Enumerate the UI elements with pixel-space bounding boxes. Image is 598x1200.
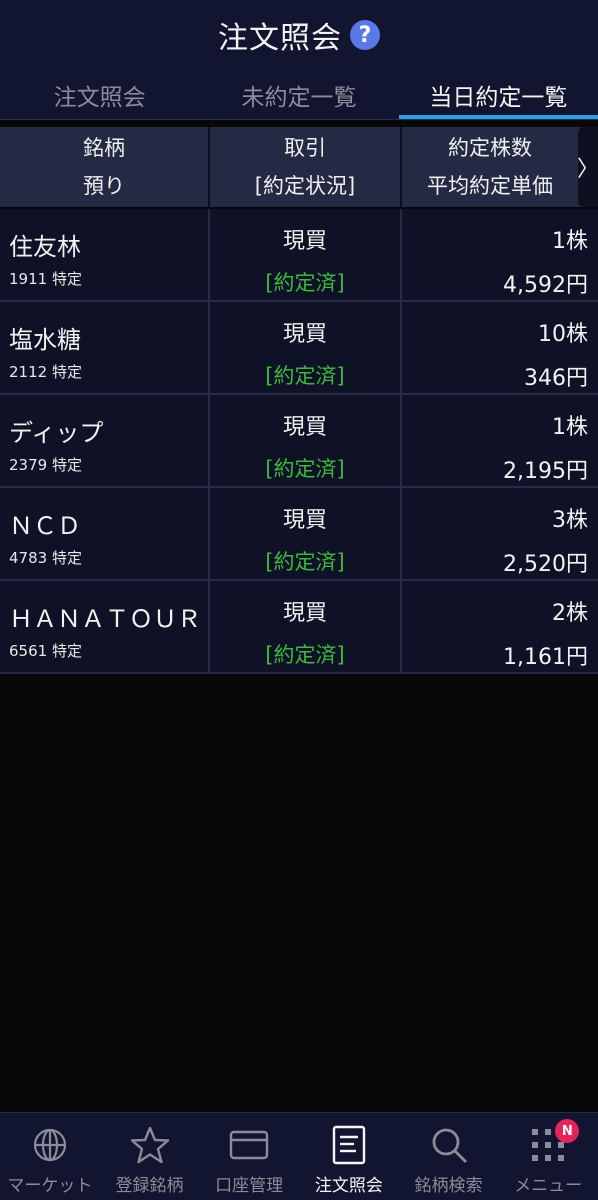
execution-status: [約定済] — [265, 271, 345, 295]
column-header-label: [約定状況] — [254, 174, 356, 198]
nav-order-inquiry[interactable]: 注文照会 — [299, 1113, 399, 1200]
nav-label: 銘柄検索 — [414, 1176, 483, 1196]
tab-today-executions[interactable]: 当日約定一覧 — [398, 70, 598, 119]
stock-code: 1911 特定 — [9, 270, 82, 288]
column-header-label: 平均約定単価 — [427, 174, 553, 198]
quantity-cell: 1株 4,592円 — [402, 209, 598, 300]
executed-quantity: 2株 — [552, 601, 588, 626]
scroll-right-button[interactable]: 〉 — [577, 127, 598, 207]
trade-type: 現買 — [282, 322, 327, 347]
nav-stock-search[interactable]: 銘柄検索 — [399, 1113, 499, 1200]
table-header: 銘柄 預り 取引 [約定状況] 約定株数 平均約定単価 〉 — [0, 127, 598, 207]
executed-quantity: 1株 — [552, 415, 588, 440]
nav-label: 登録銘柄 — [115, 1176, 184, 1196]
execution-status: [約定済] — [265, 550, 345, 574]
stock-name: ＮＣＤ — [9, 512, 81, 540]
card-icon — [229, 1125, 269, 1165]
search-icon — [429, 1125, 469, 1165]
stock-name: ディップ — [9, 419, 104, 447]
column-header-quantity: 約定株数 平均約定単価 — [402, 127, 578, 207]
globe-icon — [30, 1125, 70, 1165]
stock-cell: ディップ 2379 特定 — [0, 395, 210, 486]
nav-market[interactable]: マーケット — [0, 1113, 100, 1200]
table-row[interactable]: ＨＡＮＡＴＯＵＲ 6561 特定 現買 [約定済] 2株 1,161円 — [0, 581, 598, 674]
help-icon[interactable]: ? — [350, 20, 380, 50]
table-row[interactable]: 住友林 1911 特定 現買 [約定済] 1株 4,592円 — [0, 209, 598, 302]
average-price: 2,195円 — [503, 459, 588, 484]
column-header-label: 預り — [83, 174, 125, 198]
nav-label: マーケット — [7, 1176, 93, 1196]
document-icon — [329, 1125, 369, 1165]
header: 注文照会 ? — [0, 0, 598, 70]
quantity-cell: 1株 2,195円 — [402, 395, 598, 486]
table-row[interactable]: ディップ 2379 特定 現買 [約定済] 1株 2,195円 — [0, 395, 598, 488]
tab-bar: 注文照会 未約定一覧 当日約定一覧 — [0, 70, 598, 120]
average-price: 1,161円 — [503, 645, 588, 670]
trade-cell: 現買 [約定済] — [210, 302, 402, 393]
quantity-cell: 10株 346円 — [402, 302, 598, 393]
stock-cell: ＨＡＮＡＴＯＵＲ 6561 特定 — [0, 581, 210, 672]
trade-cell: 現買 [約定済] — [210, 209, 402, 300]
tab-unexecuted-list[interactable]: 未約定一覧 — [199, 70, 398, 119]
page-title: 注文照会 — [218, 21, 342, 56]
trade-type: 現買 — [282, 229, 327, 254]
stock-code: 2379 特定 — [9, 456, 82, 474]
bottom-navigation: マーケット 登録銘柄 口座管理 注文照会 銘柄検索 N メニュー — [0, 1112, 598, 1200]
nav-label: メニュー — [514, 1176, 583, 1196]
nav-watchlist[interactable]: 登録銘柄 — [100, 1113, 200, 1200]
stock-cell: 塩水糖 2112 特定 — [0, 302, 210, 393]
star-icon — [130, 1125, 170, 1165]
trade-type: 現買 — [282, 415, 327, 440]
stock-code: 6561 特定 — [9, 642, 82, 660]
nav-menu[interactable]: N メニュー — [498, 1113, 598, 1200]
stock-cell: ＮＣＤ 4783 特定 — [0, 488, 210, 579]
column-header-label: 銘柄 — [83, 136, 125, 160]
average-price: 346円 — [524, 366, 588, 391]
executed-quantity: 3株 — [552, 508, 588, 533]
stock-name: 住友林 — [9, 233, 81, 261]
execution-status: [約定済] — [265, 643, 345, 667]
app-screen: 注文照会 ? 注文照会 未約定一覧 当日約定一覧 銘柄 預り 取引 [約定状況]… — [0, 0, 598, 1200]
nav-label: 口座管理 — [215, 1176, 284, 1196]
trade-cell: 現買 [約定済] — [210, 581, 402, 672]
trade-type: 現買 — [282, 508, 327, 533]
tab-order-inquiry[interactable]: 注文照会 — [0, 70, 199, 119]
stock-code: 2112 特定 — [9, 363, 82, 381]
trade-cell: 現買 [約定済] — [210, 488, 402, 579]
quantity-cell: 3株 2,520円 — [402, 488, 598, 579]
nav-label: 注文照会 — [314, 1176, 383, 1196]
execution-status: [約定済] — [265, 457, 345, 481]
average-price: 2,520円 — [503, 552, 588, 577]
average-price: 4,592円 — [503, 273, 588, 298]
executed-quantity: 1株 — [552, 229, 588, 254]
stock-cell: 住友林 1911 特定 — [0, 209, 210, 300]
executed-quantity: 10株 — [538, 322, 588, 347]
column-header-stock: 銘柄 預り — [0, 127, 210, 207]
column-header-label: 約定株数 — [448, 136, 532, 160]
column-header-trade: 取引 [約定状況] — [210, 127, 402, 207]
table-row[interactable]: ＮＣＤ 4783 特定 現買 [約定済] 3株 2,520円 — [0, 488, 598, 581]
column-header-label: 取引 — [284, 136, 326, 160]
trade-type: 現買 — [282, 601, 327, 626]
execution-status: [約定済] — [265, 364, 345, 388]
stock-name: ＨＡＮＡＴＯＵＲ — [9, 605, 201, 633]
quantity-cell: 2株 1,161円 — [402, 581, 598, 672]
trade-cell: 現買 [約定済] — [210, 395, 402, 486]
stock-code: 4783 特定 — [9, 549, 82, 567]
execution-list: 住友林 1911 特定 現買 [約定済] 1株 4,592円 塩水糖 2112 … — [0, 209, 598, 674]
notification-badge: N — [555, 1119, 580, 1143]
table-row[interactable]: 塩水糖 2112 特定 現買 [約定済] 10株 346円 — [0, 302, 598, 395]
nav-account[interactable]: 口座管理 — [199, 1113, 299, 1200]
stock-name: 塩水糖 — [9, 326, 81, 354]
